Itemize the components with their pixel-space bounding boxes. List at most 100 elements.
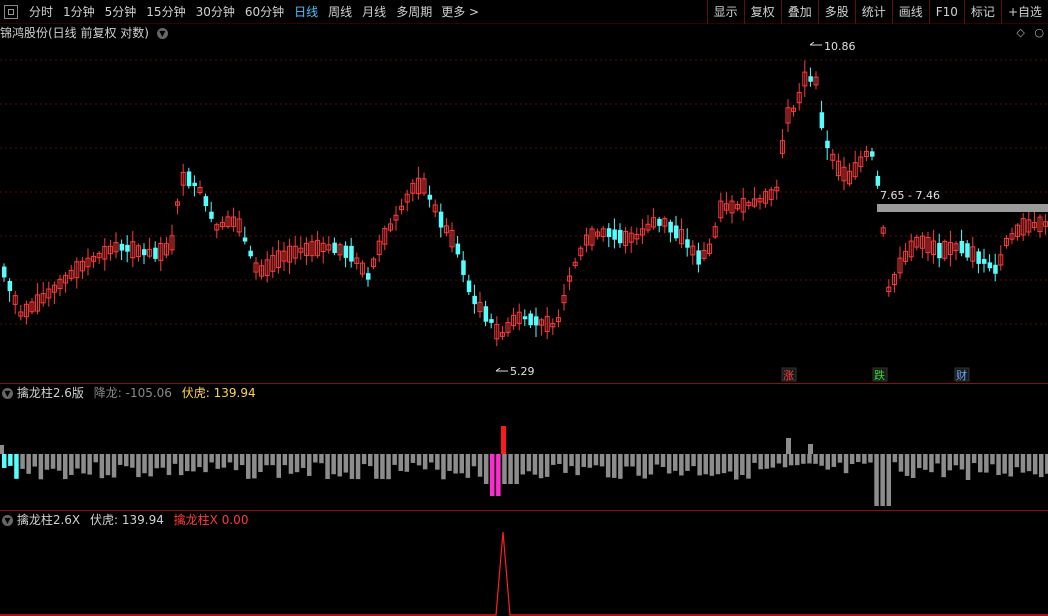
- period-tab-3[interactable]: 15分钟: [141, 0, 190, 24]
- chevron-down-icon[interactable]: ▼: [2, 388, 13, 399]
- histogram-bar: [111, 454, 117, 478]
- window-icon: [8, 8, 14, 15]
- period-tab-8[interactable]: 月线: [357, 0, 391, 24]
- candle-body-down: [976, 251, 981, 264]
- histogram-bar: [258, 454, 263, 473]
- histogram-bar: [746, 454, 751, 479]
- histogram-bar: [636, 454, 641, 476]
- histogram-bar: [307, 454, 312, 476]
- candle-body-down: [427, 194, 433, 200]
- period-tab-1[interactable]: 1分钟: [58, 0, 100, 24]
- candle-body-down: [819, 112, 825, 129]
- period-tab-5[interactable]: 60分钟: [240, 0, 289, 24]
- period-tab-9[interactable]: 多周期: [391, 0, 437, 24]
- histogram-bar: [172, 454, 178, 464]
- histogram-bar: [551, 454, 556, 465]
- toolbar-button-3[interactable]: 多股: [817, 0, 855, 24]
- histogram-bar: [862, 454, 867, 464]
- histogram-bar: [93, 454, 98, 463]
- chevron-down-icon[interactable]: ▼: [2, 515, 13, 526]
- candle-body-down: [186, 171, 192, 187]
- period-tab-2[interactable]: 5分钟: [100, 0, 142, 24]
- histogram-bar: [984, 454, 989, 473]
- histogram-bar: [740, 454, 745, 475]
- histogram-bar: [331, 454, 336, 475]
- histogram-bar: [282, 454, 288, 466]
- candle-body-down: [808, 76, 813, 82]
- candle-body-down: [248, 250, 253, 257]
- histogram-bar: [935, 454, 940, 464]
- histogram-bar: [105, 454, 111, 476]
- more-label: 更多: [441, 4, 466, 19]
- histogram-bar: [160, 454, 166, 468]
- period-tab-7[interactable]: 周线: [323, 0, 357, 24]
- toolbar-button-8[interactable]: +自选: [1000, 0, 1048, 24]
- histogram-bar: [624, 454, 629, 467]
- histogram-bar: [996, 454, 1001, 475]
- period-toolbar: 分时 1分钟 5分钟 15分钟 30分钟 60分钟 日线 周线 月线 多周期 更多 > 显示 复权叠…: [0, 0, 1048, 24]
- histogram-bar: [252, 454, 257, 479]
- histogram-bar: [953, 454, 959, 466]
- histogram-bar: [941, 454, 946, 478]
- indicator2-header: ▼ 擒龙柱2.6X 伏虎: 139.94 擒龙柱X 0.00: [0, 512, 248, 528]
- histogram-bar: [593, 454, 599, 466]
- histogram-bar: [575, 454, 580, 476]
- toolbar-button-4[interactable]: 统计: [854, 0, 892, 24]
- more-periods-button[interactable]: 更多 >: [437, 0, 483, 24]
- histogram-bar: [380, 454, 385, 480]
- toolbar-button-7[interactable]: 标记: [963, 0, 1001, 24]
- toolbar-button-6[interactable]: F10: [928, 0, 964, 24]
- histogram-bar: [1026, 454, 1032, 472]
- histogram-bar: [178, 454, 184, 476]
- histogram-bar-positive: [808, 444, 813, 454]
- histogram-bar: [709, 454, 715, 476]
- histogram-bar: [648, 454, 654, 475]
- histogram-bar: [404, 454, 410, 472]
- indicator1-histogram[interactable]: [0, 402, 1048, 508]
- histogram-bar: [526, 454, 532, 472]
- toolbar-button-1[interactable]: 复权: [743, 0, 781, 24]
- candle-body-down: [870, 151, 875, 157]
- histogram-bar: [386, 454, 391, 480]
- indicator2-label1: 伏虎:: [89, 513, 119, 527]
- histogram-bar: [313, 454, 318, 463]
- histogram-bar: [136, 454, 141, 478]
- period-tab-4[interactable]: 30分钟: [191, 0, 240, 24]
- settings-dot-icon[interactable]: ○: [1034, 26, 1044, 39]
- histogram-bar: [691, 454, 696, 467]
- histogram-bar: [227, 454, 233, 463]
- histogram-bar: [416, 454, 422, 466]
- histogram-bar: [770, 454, 776, 468]
- histogram-bar: [38, 454, 44, 480]
- histogram-bar: [892, 454, 898, 463]
- period-tab-6[interactable]: 日线: [289, 0, 323, 24]
- histogram-bar: [99, 454, 105, 479]
- period-tabs: 分时 1分钟 5分钟 15分钟 30分钟 60分钟 日线 周线 月线 多周期: [24, 0, 437, 24]
- candle-body-down: [483, 306, 489, 322]
- indicator1-header: ▼ 擒龙柱2.6版 降龙: -105.06 伏虎: 139.94: [0, 385, 256, 401]
- candle-body-down: [125, 244, 130, 252]
- histogram-bar: [124, 454, 129, 467]
- histogram-bar: [959, 454, 965, 470]
- toolbar-button-5[interactable]: 画线: [891, 0, 929, 24]
- histogram-bar: [795, 454, 800, 466]
- histogram-bar: [612, 454, 617, 478]
- histogram-bar: [398, 454, 403, 471]
- toolbar-button-2[interactable]: 叠加: [780, 0, 818, 24]
- candle-body-down: [461, 260, 466, 275]
- candle-body-down: [657, 218, 662, 226]
- candle-body-down: [987, 262, 993, 269]
- window-toggle-button[interactable]: [4, 4, 18, 19]
- histogram-bar: [221, 454, 227, 468]
- chevron-down-icon[interactable]: ▼: [156, 28, 168, 39]
- toolbar-button-0[interactable]: 显示: [706, 0, 744, 24]
- candlestick-chart[interactable]: 10.86 5.29 7.65 - 7.46 涨 跌 财: [0, 42, 1048, 382]
- indicator2-name: 擒龙柱2.6X: [16, 513, 81, 527]
- histogram-bar: [130, 454, 135, 468]
- diamond-icon[interactable]: ◇: [1016, 26, 1024, 39]
- candle-body-down: [965, 243, 970, 258]
- candle-body-down: [466, 280, 472, 293]
- candle-body-down: [674, 225, 679, 239]
- indicator2-line-chart[interactable]: [0, 528, 1048, 616]
- period-tab-0[interactable]: 分时: [24, 0, 58, 24]
